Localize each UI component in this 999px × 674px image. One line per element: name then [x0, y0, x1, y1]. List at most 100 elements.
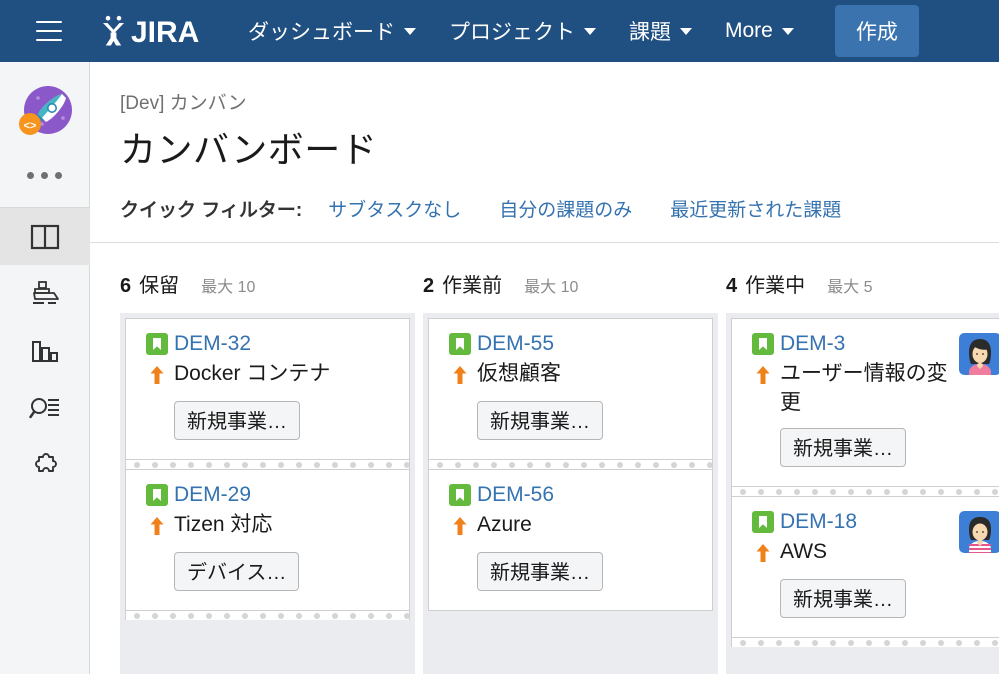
issue-key-link[interactable]: DEM-32 — [174, 331, 395, 357]
dot — [260, 461, 266, 468]
quick-filter-only-my-issues[interactable]: 自分の課題のみ — [499, 195, 632, 222]
column-max-label: 最大 5 — [827, 279, 873, 296]
dot — [992, 639, 998, 646]
nav-item-more[interactable]: More — [725, 19, 794, 43]
column-count: 6 — [120, 275, 132, 297]
card-main: DEM-56 Azure — [477, 482, 698, 539]
project-sidebar: <> — [0, 62, 90, 674]
card-main: DEM-3 ユーザー情報の変更 — [780, 331, 953, 417]
issue-key-link[interactable]: DEM-56 — [477, 482, 698, 508]
nav-item-label: More — [725, 19, 773, 42]
jira-logo[interactable]: JIRA — [94, 14, 212, 48]
dot — [974, 639, 980, 646]
rocket-avatar-icon: <> — [18, 86, 72, 135]
dot — [884, 639, 890, 646]
story-icon — [449, 484, 471, 506]
dot — [776, 488, 782, 495]
dot — [938, 488, 944, 495]
dot — [404, 461, 410, 468]
epic-label[interactable]: 新規事業… — [174, 401, 300, 440]
nav-item-projects[interactable]: プロジェクト — [449, 16, 596, 46]
column-header: 6 保留 最大 10 — [120, 243, 415, 313]
assignee-avatar[interactable] — [959, 511, 999, 553]
card-row: DEM-3 ユーザー情報の変更 — [746, 331, 999, 417]
nav-item-label: ダッシュボード — [248, 21, 395, 44]
create-button[interactable]: 作成 — [834, 5, 919, 57]
story-icon — [146, 333, 168, 355]
priority-high-up-arrow-icon — [452, 516, 468, 541]
dot — [920, 488, 926, 495]
dot — [830, 488, 836, 495]
dot — [224, 461, 230, 468]
sidebar-item-addons[interactable] — [0, 436, 90, 493]
dot — [473, 461, 479, 468]
dot — [152, 461, 158, 468]
sidebar-item-releases[interactable] — [0, 265, 90, 322]
issue-summary: Docker コンテナ — [174, 362, 331, 385]
issue-card[interactable]: DEM-3 ユーザー情報の変更 新規事業… — [731, 318, 999, 487]
quick-filter-recently-updated[interactable]: 最近更新された課題 — [670, 195, 841, 222]
dot — [314, 461, 320, 468]
dot — [599, 461, 605, 468]
epic-label[interactable]: 新規事業… — [477, 401, 603, 440]
bar-chart-reports-icon — [31, 340, 58, 362]
issue-card[interactable]: DEM-29 Tizen 対応 デバイス… — [125, 469, 410, 611]
top-navigation-bar: JIRA ダッシュボード プロジェクト 課題 More 作成 — [0, 0, 999, 62]
epic-label[interactable]: 新規事業… — [780, 579, 906, 618]
quick-filter-no-subtasks[interactable]: サブタスクなし — [328, 195, 461, 222]
dot — [350, 612, 356, 619]
dot — [170, 461, 176, 468]
epic-label[interactable]: 新規事業… — [780, 428, 906, 467]
card-main: DEM-32 Docker コンテナ — [174, 331, 395, 388]
issue-card[interactable]: DEM-55 仮想顧客 新規事業… — [428, 318, 713, 460]
dot — [884, 488, 890, 495]
issue-summary: Azure — [477, 513, 532, 536]
priority-high-up-arrow-icon — [149, 516, 165, 541]
story-icon — [752, 333, 774, 355]
sidebar-item-board[interactable] — [0, 208, 90, 265]
assignee-avatar[interactable] — [959, 333, 999, 375]
quick-filters-label: クイック フィルター: — [120, 200, 303, 221]
issue-key-link[interactable]: DEM-29 — [174, 482, 395, 508]
kanban-board: 6 保留 最大 10 DEM-32 Docker コンテナ 新規事業… DEM-… — [90, 243, 999, 674]
dot — [617, 461, 623, 468]
issue-summary: ユーザー情報の変更 — [780, 362, 948, 414]
card-separator-dots — [125, 460, 410, 469]
dot — [296, 612, 302, 619]
hamburger-menu-icon[interactable] — [36, 21, 62, 41]
dot — [386, 461, 392, 468]
dot — [188, 612, 194, 619]
dot — [368, 612, 374, 619]
card-separator-dots — [731, 638, 999, 647]
column-card-list[interactable]: DEM-55 仮想顧客 新規事業… DEM-56 Azure 新規事業… — [423, 313, 718, 674]
jira-logo-icon: JIRA — [103, 15, 199, 48]
board-column-backlog: 6 保留 最大 10 DEM-32 Docker コンテナ 新規事業… DEM-… — [120, 243, 415, 674]
issue-key-link[interactable]: DEM-55 — [477, 331, 698, 357]
dot — [206, 612, 212, 619]
story-icon — [449, 333, 471, 355]
project-avatar[interactable]: <> — [14, 84, 76, 146]
svg-text:<>: <> — [23, 120, 36, 132]
dot — [758, 639, 764, 646]
issue-key-link[interactable]: DEM-3 — [780, 331, 953, 357]
nav-item-dashboards[interactable]: ダッシュボード — [248, 16, 416, 46]
issue-card[interactable]: DEM-32 Docker コンテナ 新規事業… — [125, 318, 410, 460]
sidebar-item-issues[interactable] — [0, 379, 90, 436]
issue-card[interactable]: DEM-18 AWS 新規事業… — [731, 496, 999, 638]
breadcrumb[interactable]: [Dev] カンバン — [120, 88, 999, 115]
epic-label[interactable]: 新規事業… — [477, 552, 603, 591]
column-card-list[interactable]: DEM-3 ユーザー情報の変更 新規事業… DEM-18 AWS 新規事業… — [726, 313, 999, 674]
issue-summary: Tizen 対応 — [174, 513, 273, 536]
column-count: 4 — [726, 275, 738, 297]
epic-label[interactable]: デバイス… — [174, 552, 300, 591]
issue-card[interactable]: DEM-56 Azure 新規事業… — [428, 469, 713, 611]
dot — [812, 488, 818, 495]
card-icon-gutter — [443, 482, 477, 541]
sidebar-item-reports[interactable] — [0, 322, 90, 379]
column-card-list[interactable]: DEM-32 Docker コンテナ 新規事業… DEM-29 Tizen 対応… — [120, 313, 415, 674]
project-more-icon[interactable] — [27, 172, 62, 179]
dot — [332, 461, 338, 468]
nav-item-issues[interactable]: 課題 — [629, 16, 692, 46]
issue-key-link[interactable]: DEM-18 — [780, 509, 953, 535]
column-name: 作業中 — [745, 275, 806, 297]
